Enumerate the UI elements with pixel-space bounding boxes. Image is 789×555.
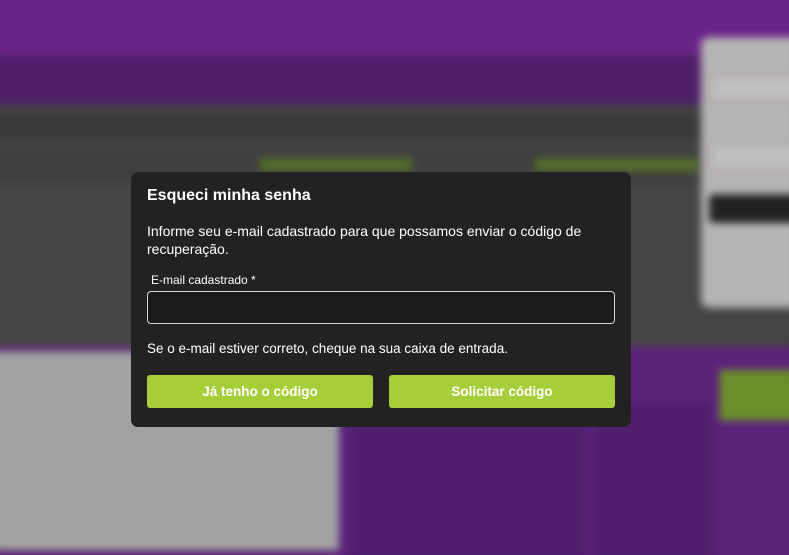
forgot-password-modal: Esqueci minha senha Informe seu e-mail c… xyxy=(131,172,631,427)
request-code-button[interactable]: Solicitar código xyxy=(389,375,615,408)
have-code-button[interactable]: Já tenho o código xyxy=(147,375,373,408)
screen: Esqueci minha senha Informe seu e-mail c… xyxy=(0,0,789,555)
modal-description: Informe seu e-mail cadastrado para que p… xyxy=(147,223,582,257)
email-field[interactable] xyxy=(147,291,615,324)
modal-title: Esqueci minha senha xyxy=(147,187,311,204)
email-field-label: E-mail cadastrado * xyxy=(151,273,256,287)
modal-actions: Já tenho o código Solicitar código xyxy=(147,375,615,408)
inbox-hint: Se o e-mail estiver correto, cheque na s… xyxy=(147,341,508,356)
